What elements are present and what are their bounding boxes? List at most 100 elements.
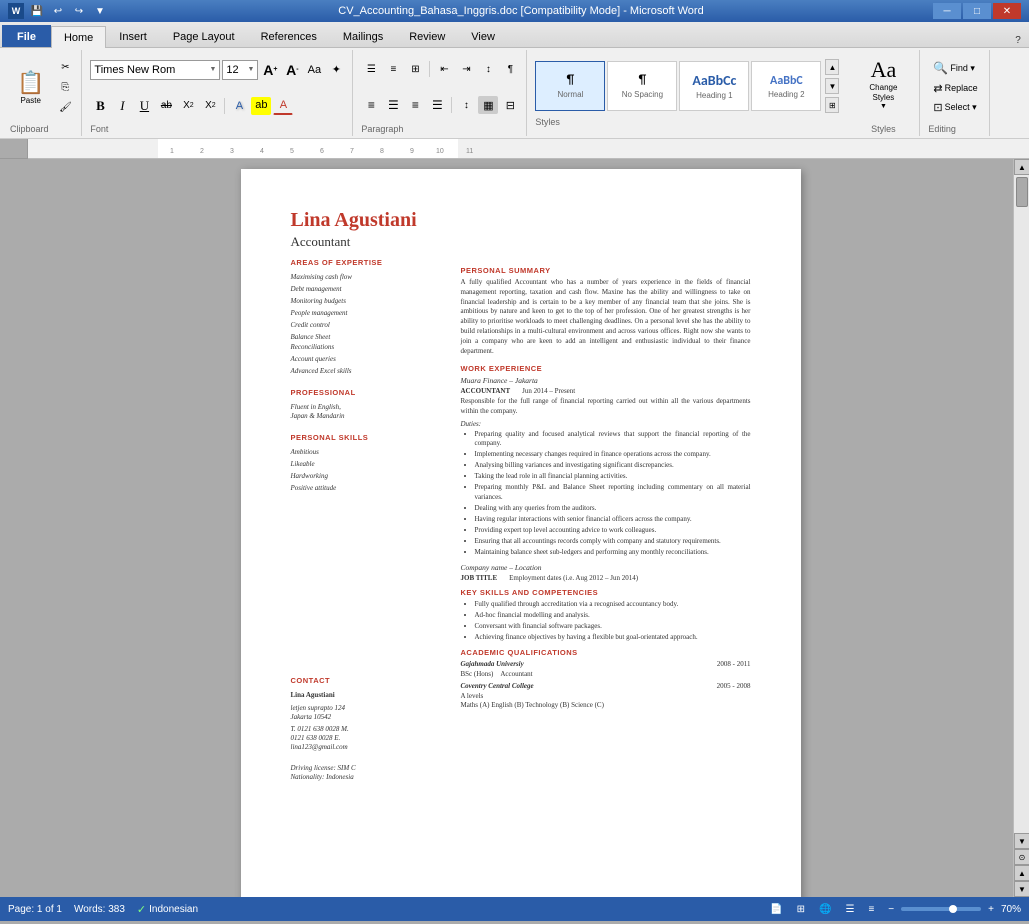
multilevel-list-button[interactable]: ⊞	[405, 60, 425, 78]
company-1: Muara Finance – Jakarta	[461, 376, 751, 385]
vertical-scrollbar: ▲ ▼ ⊙ ▲ ▼	[1013, 159, 1029, 897]
font-face-arrow: ▼	[209, 66, 216, 73]
copy-button[interactable]: ⎘	[55, 78, 75, 96]
zoom-slider[interactable]	[901, 907, 981, 911]
web-layout-button[interactable]: 🌐	[816, 903, 834, 916]
personal-summary-text: A fully qualified Accountant who has a n…	[461, 278, 751, 356]
draft-button[interactable]: ≡	[865, 903, 877, 916]
expertise-item-2: Debt management	[291, 285, 441, 294]
tab-home[interactable]: Home	[51, 26, 106, 48]
minimize-button[interactable]: ─	[933, 3, 961, 19]
styles-scroll: ▲ ▼ ⊞	[825, 59, 839, 113]
scroll-down-button[interactable]: ▼	[1014, 833, 1029, 849]
maximize-button[interactable]: □	[963, 3, 991, 19]
tab-review[interactable]: Review	[396, 25, 458, 47]
show-marks-button[interactable]: ¶	[500, 60, 520, 78]
styles-scroll-up[interactable]: ▲	[825, 59, 839, 75]
scroll-up-button[interactable]: ▲	[1014, 159, 1029, 175]
borders-button[interactable]: ⊟	[500, 96, 520, 114]
align-center-button[interactable]: ☰	[383, 96, 403, 114]
font-color-button[interactable]: A	[273, 97, 293, 115]
window-title: CV_Accounting_Bahasa_Inggris.doc [Compat…	[109, 5, 933, 17]
full-screen-button[interactable]: ⊞	[794, 903, 808, 916]
strikethrough-button[interactable]: ab	[156, 97, 176, 115]
scroll-thumb[interactable]	[1016, 177, 1028, 207]
find-label: Find ▾	[950, 63, 975, 74]
line-spacing-button[interactable]: ↕	[456, 96, 476, 114]
print-layout-button[interactable]: 📄	[767, 903, 785, 916]
select-browse-object-button[interactable]: ⊙	[1014, 849, 1029, 865]
word-count: Words: 383	[74, 904, 125, 915]
undo-button[interactable]: ↩	[49, 4, 67, 18]
ruler-area: 123 456 789 1011	[0, 139, 1029, 159]
grow-font-button[interactable]: A+	[260, 61, 280, 79]
tab-insert[interactable]: Insert	[106, 25, 160, 47]
svg-text:4: 4	[260, 148, 264, 155]
bold-button[interactable]: B	[90, 97, 110, 115]
style-heading2[interactable]: AaBbC Heading 2	[751, 61, 821, 111]
style-normal[interactable]: ¶ Normal	[535, 61, 605, 111]
duty-10: Maintaining balance sheet sub-ledgers an…	[475, 548, 751, 557]
shrink-font-button[interactable]: A-	[282, 61, 302, 79]
find-button[interactable]: 🔍 Find ▾	[928, 59, 982, 78]
cut-button[interactable]: ✂	[55, 58, 75, 76]
decrease-indent-button[interactable]: ⇤	[434, 60, 454, 78]
paste-button[interactable]: 📋 Paste	[10, 67, 51, 108]
style-no-spacing[interactable]: ¶ No Spacing	[607, 61, 677, 111]
styles-scroll-down[interactable]: ▼	[825, 78, 839, 94]
styles-more[interactable]: ⊞	[825, 97, 839, 113]
change-styles-button[interactable]: Aa ChangeStyles ▼	[853, 52, 913, 115]
zoom-out-button[interactable]: −	[885, 903, 897, 916]
tab-page-layout[interactable]: Page Layout	[160, 25, 248, 47]
next-page-button[interactable]: ▼	[1014, 881, 1029, 897]
outline-button[interactable]: ☰	[842, 903, 857, 916]
subscript-button[interactable]: X2	[178, 97, 198, 115]
save-button[interactable]: 💾	[28, 4, 46, 18]
work-experience-title: WORK EXPERIENCE	[461, 364, 751, 373]
clear-format-button[interactable]: ✦	[326, 61, 346, 79]
expertise-item-6: Balance SheetReconciliations	[291, 333, 441, 351]
customize-qa-button[interactable]: ▼	[91, 4, 109, 18]
replace-button[interactable]: ⇄ Replace	[928, 80, 982, 97]
tab-references[interactable]: References	[248, 25, 330, 47]
align-right-button[interactable]: ≡	[405, 96, 425, 114]
paragraph-group: ☰ ≡ ⊞ ⇤ ⇥ ↕ ¶ ≡ ☰ ≡ ☰	[355, 50, 527, 136]
tab-mailings[interactable]: Mailings	[330, 25, 396, 47]
shading-button[interactable]: ▦	[478, 96, 498, 114]
font-size-selector[interactable]: 12 ▼	[222, 60, 258, 80]
format-painter-button[interactable]: 🖌	[55, 98, 75, 116]
ribbon-content: 📋 Paste ✂ ⎘ 🖌 Clipboard	[0, 48, 1029, 138]
help-button[interactable]: ?	[1009, 33, 1027, 47]
align-left-button[interactable]: ≡	[361, 96, 381, 114]
superscript-button[interactable]: X2	[200, 97, 220, 115]
tab-view[interactable]: View	[458, 25, 508, 47]
redo-button[interactable]: ↪	[70, 4, 88, 18]
numbering-button[interactable]: ≡	[383, 60, 403, 78]
key-skill-3: Conversant with financial software packa…	[475, 622, 751, 631]
spell-check-icon: ✓	[137, 903, 146, 916]
zoom-in-button[interactable]: +	[985, 903, 997, 916]
replace-icon: ⇄	[933, 82, 942, 95]
position-row-1: ACCOUNTANT Jun 2014 – Present	[461, 387, 751, 395]
font-face-selector[interactable]: Times New Rom ▼	[90, 60, 220, 80]
expertise-title: AREAS OF EXPERTISE	[291, 258, 441, 267]
style-normal-preview: ¶	[567, 73, 575, 88]
sort-button[interactable]: ↕	[478, 60, 498, 78]
underline-button[interactable]: U	[134, 97, 154, 115]
scroll-track	[1014, 175, 1029, 833]
prev-page-button[interactable]: ▲	[1014, 865, 1029, 881]
tab-file[interactable]: File	[2, 25, 51, 47]
italic-button[interactable]: I	[112, 97, 132, 115]
zoom-level: 70%	[1001, 904, 1021, 915]
justify-button[interactable]: ☰	[427, 96, 447, 114]
close-button[interactable]: ✕	[993, 3, 1021, 19]
text-highlight-button[interactable]: ab	[251, 97, 271, 115]
text-effects-button[interactable]: A	[229, 97, 249, 115]
increase-indent-button[interactable]: ⇥	[456, 60, 476, 78]
select-button[interactable]: ⊡ Select ▾	[928, 99, 982, 116]
academic-school-2: Coventry Central College	[461, 682, 534, 690]
change-case-button[interactable]: Aa	[304, 61, 324, 79]
svg-text:3: 3	[230, 148, 234, 155]
style-heading1[interactable]: AaBbCc Heading 1	[679, 61, 749, 111]
bullets-button[interactable]: ☰	[361, 60, 381, 78]
